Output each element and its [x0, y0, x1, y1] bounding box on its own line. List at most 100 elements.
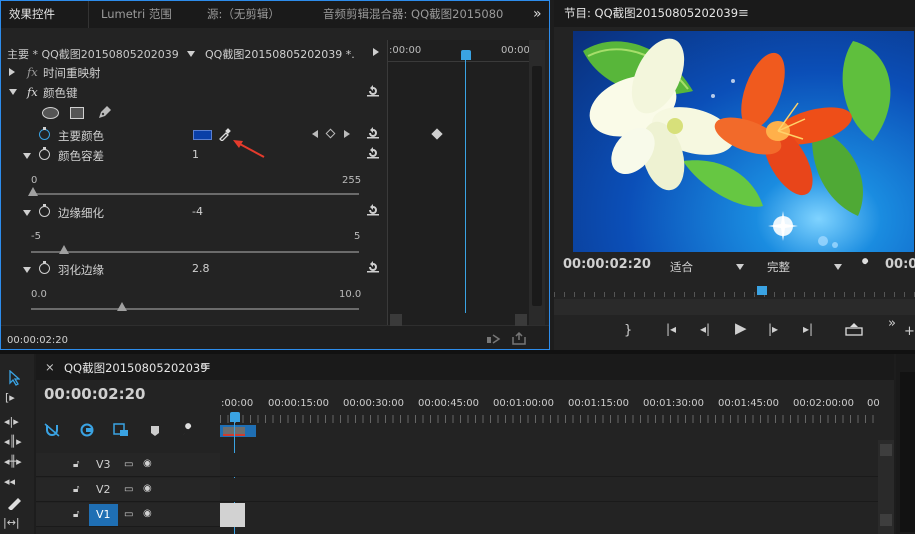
audio-scrub-icon[interactable] [485, 333, 501, 345]
track-select-tool-icon[interactable]: [▸ [5, 392, 15, 403]
track-v3-header[interactable]: 🔓︎ V3 ▭ ◉ [36, 453, 220, 477]
keyframe-playhead-handle[interactable] [461, 50, 471, 60]
rectangle-mask-icon[interactable] [70, 107, 84, 119]
feather-stopwatch-icon[interactable] [39, 261, 50, 274]
track-lock-icon[interactable]: 🔓︎ [73, 509, 79, 520]
feather-slider-thumb[interactable] [117, 302, 127, 311]
keyframe-scrollbar[interactable] [532, 66, 542, 306]
settings-wrench-icon[interactable] [858, 258, 872, 272]
program-video-frame[interactable] [573, 31, 914, 252]
track-v1-header[interactable]: 🔓︎ V1 ▭ ◉ [36, 503, 220, 527]
feather-value[interactable]: 2.8 [192, 262, 210, 275]
collapse-color-key-icon[interactable] [9, 89, 17, 95]
step-forward-icon[interactable]: |▸ [768, 323, 778, 335]
program-menu-icon[interactable]: ≡ [738, 0, 752, 27]
track-v3-label[interactable]: V3 [96, 458, 111, 471]
program-timecode[interactable]: 00:00:02:20 [563, 257, 651, 272]
reset-feather-icon[interactable] [366, 261, 380, 273]
collapse-tolerance-icon[interactable] [23, 153, 31, 159]
edge-thin-value[interactable]: -4 [192, 205, 203, 218]
sequence-tab-label[interactable]: QQ截图20150805202039 [64, 360, 208, 376]
feather-slider-track[interactable] [31, 308, 359, 310]
fit-dropdown-value[interactable]: 适合 [670, 259, 693, 275]
reset-key-color-icon[interactable] [366, 127, 380, 139]
eye-icon[interactable]: ◉ [143, 483, 152, 494]
slide-tool-icon[interactable]: |↔| [3, 517, 20, 528]
collapse-edge-thin-icon[interactable] [23, 210, 31, 216]
edge-thin-slider-thumb[interactable] [59, 245, 69, 254]
eye-icon[interactable]: ◉ [143, 508, 152, 519]
tab-effect-controls[interactable]: 效果控件 [9, 1, 89, 28]
reset-edge-thin-icon[interactable] [366, 204, 380, 216]
overflow-button[interactable]: » [888, 317, 896, 330]
keycolor-stopwatch-icon[interactable] [39, 127, 50, 140]
selection-tool-icon[interactable] [8, 370, 20, 386]
mark-out-icon[interactable]: } [624, 324, 632, 337]
clip-name-label[interactable]: QQ截图20150805202039 *... [205, 46, 355, 62]
rate-stretch-tool-icon[interactable]: ◂╫▸ [4, 456, 22, 467]
add-marker-icon[interactable] [150, 425, 160, 437]
effect-controls-hscroll[interactable] [390, 314, 402, 326]
ellipse-mask-icon[interactable] [42, 107, 59, 119]
track-lock-icon[interactable]: 🔓︎ [73, 484, 79, 495]
prev-keyframe-icon[interactable] [312, 130, 318, 138]
pen-mask-icon[interactable] [96, 105, 112, 121]
edge-thin-stopwatch-icon[interactable] [39, 204, 50, 217]
edge-thin-slider-track[interactable] [31, 251, 359, 253]
ripple-edit-tool-icon[interactable]: ◂|▸ [4, 416, 19, 427]
quality-dropdown-icon[interactable] [834, 264, 842, 270]
timeline-vscroll[interactable] [880, 444, 892, 456]
key-color-swatch[interactable] [193, 130, 212, 140]
timeline-timecode[interactable]: 00:00:02:20 [44, 385, 146, 403]
program-playhead-handle[interactable] [757, 286, 767, 295]
go-to-out-icon[interactable]: ▸| [803, 323, 813, 335]
quality-dropdown-value[interactable]: 完整 [767, 259, 790, 275]
track-v2-header[interactable]: 🔓︎ V2 ▭ ◉ [36, 478, 220, 502]
tab-source[interactable]: 源:（无剪辑） [207, 1, 307, 28]
export-icon[interactable] [512, 332, 526, 345]
fx-toggle-icon[interactable]: fx [27, 85, 38, 99]
go-to-in-icon[interactable]: |◂ [666, 323, 676, 335]
reset-color-key-icon[interactable] [366, 85, 380, 97]
play-only-icon[interactable] [373, 48, 379, 56]
snap-icon[interactable] [44, 423, 60, 437]
fit-dropdown-icon[interactable] [736, 264, 744, 270]
master-dropdown-icon[interactable] [187, 51, 195, 57]
expand-time-remap-icon[interactable] [9, 68, 15, 76]
tolerance-stopwatch-icon[interactable] [39, 147, 50, 160]
razor-tool-icon[interactable] [6, 496, 22, 510]
timeline-playhead-handle[interactable] [230, 412, 240, 422]
sync-lock-icon[interactable]: ▭ [124, 484, 133, 495]
collapse-feather-icon[interactable] [23, 267, 31, 273]
tolerance-slider-thumb[interactable] [28, 187, 38, 196]
program-ruler[interactable] [554, 283, 915, 297]
add-button-icon[interactable]: + [904, 325, 915, 338]
tab-audio-clip-mixer[interactable]: 音频剪辑混合器: QQ截图2015080 [323, 1, 513, 28]
timeline-settings-icon[interactable] [181, 423, 195, 437]
add-keyframe-icon[interactable] [325, 128, 336, 139]
timeline-ruler[interactable]: :00:00 00:00:15:00 00:00:30:00 00:00:45:… [220, 391, 880, 437]
rolling-edit-tool-icon[interactable]: ◂║▸ [4, 436, 22, 447]
reset-tolerance-icon[interactable] [366, 147, 380, 159]
sequence-menu-icon[interactable]: ≡ [200, 359, 211, 374]
track-v1-label[interactable]: V1 [96, 508, 111, 521]
add-marker-sequence-icon[interactable] [113, 423, 129, 437]
sync-lock-icon[interactable]: ▭ [124, 459, 133, 470]
tolerance-value[interactable]: 1 [192, 148, 199, 161]
tolerance-slider-track[interactable] [31, 193, 359, 195]
linked-selection-icon[interactable] [79, 423, 95, 437]
panel-overflow-button[interactable]: » [533, 1, 547, 28]
v1-clip[interactable] [220, 503, 245, 527]
sync-lock-icon[interactable]: ▭ [124, 509, 133, 520]
slip-tool-icon[interactable]: ◂◂ [4, 476, 15, 487]
eyedropper-icon[interactable] [218, 128, 231, 141]
track-lock-icon[interactable]: 🔓︎ [73, 459, 79, 470]
step-back-icon[interactable]: ◂| [700, 323, 710, 335]
eye-icon[interactable]: ◉ [143, 458, 152, 469]
close-sequence-icon[interactable]: × [45, 360, 55, 374]
program-title[interactable]: 节目: QQ截图20150805202039 [564, 0, 744, 27]
play-icon[interactable]: ▶ [735, 321, 747, 336]
next-keyframe-icon[interactable] [344, 130, 350, 138]
lift-icon[interactable] [845, 322, 863, 336]
track-v2-label[interactable]: V2 [96, 483, 111, 496]
